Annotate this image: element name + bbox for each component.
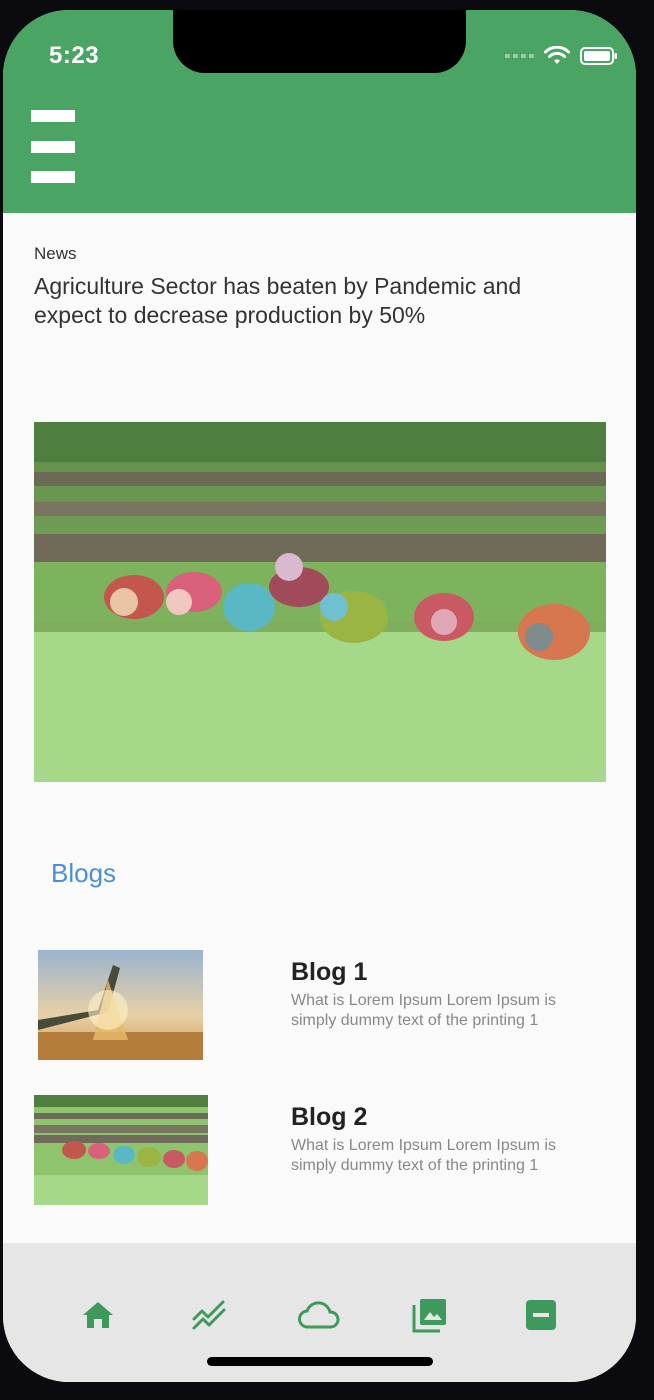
blog-1-title[interactable]: Blog 1 (291, 958, 367, 987)
app-bar: 5:23 (3, 10, 636, 213)
phone-screen: 5:23 News Agriculture Sector has beaten … (3, 10, 636, 1382)
status-time: 5:23 (49, 42, 100, 69)
home-indicator (207, 1357, 433, 1366)
blog-1-description: What is Lorem Ipsum Lorem Ipsum is simpl… (291, 992, 556, 1029)
blog-2-description: What is Lorem Ipsum Lorem Ipsum is simpl… (291, 1137, 556, 1174)
trend-chart-icon[interactable] (187, 1293, 231, 1337)
news-image[interactable] (34, 422, 606, 782)
blog-1-thumbnail[interactable] (38, 950, 203, 1060)
device-notch (173, 10, 466, 73)
home-icon[interactable] (76, 1293, 120, 1337)
cloud-icon[interactable] (297, 1293, 341, 1337)
status-indicators (505, 46, 618, 66)
minus-box-icon[interactable] (519, 1293, 563, 1337)
gallery-icon[interactable] (408, 1293, 452, 1337)
hamburger-menu-icon[interactable] (31, 110, 75, 185)
blogs-heading: Blogs (51, 858, 117, 888)
news-title[interactable]: Agriculture Sector has beaten by Pandemi… (34, 272, 594, 330)
blog-2-thumbnail[interactable] (34, 1095, 208, 1205)
blog-2-title[interactable]: Blog 2 (291, 1103, 367, 1132)
news-label: News (34, 244, 77, 263)
wifi-icon (544, 46, 570, 64)
cellular-signal-icon (505, 54, 534, 58)
battery-icon (580, 47, 617, 65)
